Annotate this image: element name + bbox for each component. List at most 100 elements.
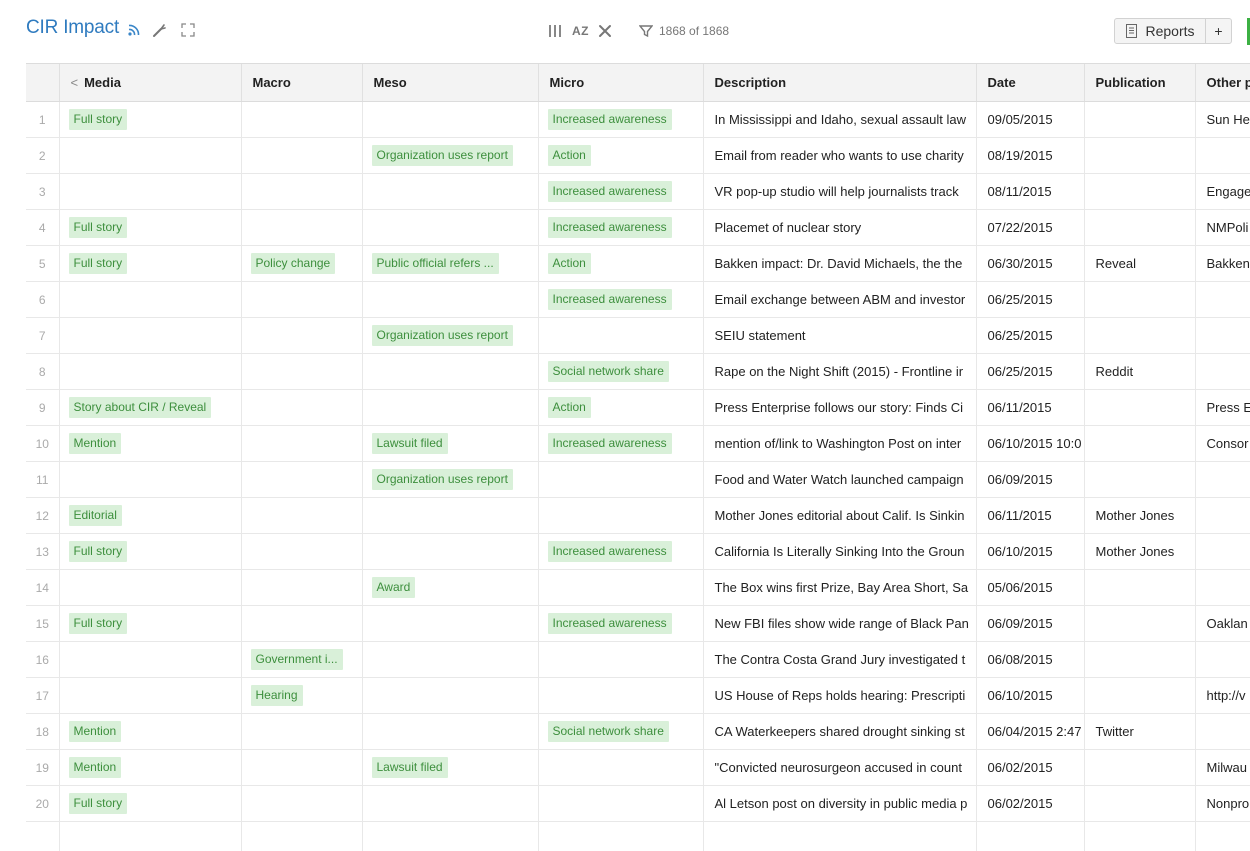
cell-micro[interactable] [538,570,703,606]
column-header-meso[interactable]: Meso [362,64,538,102]
cell-other[interactable]: Press E [1195,390,1250,426]
reports-button[interactable]: Reports [1114,18,1206,44]
table-row[interactable]: 19MentionLawsuit filed"Convicted neurosu… [26,750,1250,786]
cell-macro[interactable] [241,570,362,606]
cell-pub[interactable] [1084,174,1195,210]
cell-date[interactable]: 06/04/2015 2:47 [976,714,1084,750]
cell-date[interactable]: 08/19/2015 [976,138,1084,174]
table-row[interactable]: 15Full storyIncreased awarenessNew FBI f… [26,606,1250,642]
cell-pub[interactable] [1084,390,1195,426]
category-tag[interactable]: Increased awareness [548,613,672,634]
cell-macro[interactable] [241,318,362,354]
cell-pub[interactable]: Twitter [1084,714,1195,750]
cell-other[interactable] [1195,642,1250,678]
cell-macro[interactable] [241,102,362,138]
cell-meso[interactable]: Organization uses report [362,138,538,174]
cell-macro[interactable]: Government i... [241,642,362,678]
table-row[interactable]: 8Social network shareRape on the Night S… [26,354,1250,390]
cell-other[interactable] [1195,138,1250,174]
cell-date[interactable]: 09/05/2015 [976,102,1084,138]
column-header-macro[interactable]: Macro [241,64,362,102]
category-tag[interactable]: Editorial [69,505,122,526]
cell-pub[interactable] [1084,786,1195,822]
cell-other[interactable] [1195,534,1250,570]
cell-media[interactable] [59,174,241,210]
cell-date[interactable]: 06/02/2015 [976,750,1084,786]
cell-desc[interactable]: "Convicted neurosurgeon accused in count [703,750,976,786]
table-row[interactable]: 6Increased awarenessEmail exchange betwe… [26,282,1250,318]
cell-media[interactable] [59,462,241,498]
table-row[interactable] [26,822,1250,851]
cell-meso[interactable] [362,678,538,714]
cell-desc[interactable]: The Box wins first Prize, Bay Area Short… [703,570,976,606]
cell-meso[interactable]: Organization uses report [362,318,538,354]
cell-desc[interactable]: Email from reader who wants to use chari… [703,138,976,174]
table-row[interactable]: 11Organization uses reportFood and Water… [26,462,1250,498]
cell-micro[interactable] [538,786,703,822]
cell-date[interactable]: 06/11/2015 [976,390,1084,426]
cell-date[interactable] [976,822,1084,851]
cell-micro[interactable]: Social network share [538,714,703,750]
cell-other[interactable]: Nonpro [1195,786,1250,822]
cell-date[interactable]: 06/10/2015 10:0 [976,426,1084,462]
cell-media[interactable]: Mention [59,750,241,786]
cell-date[interactable]: 06/09/2015 [976,462,1084,498]
category-tag[interactable]: Lawsuit filed [372,433,448,454]
cell-meso[interactable] [362,282,538,318]
category-tag[interactable]: Organization uses report [372,325,513,346]
cell-macro[interactable]: Hearing [241,678,362,714]
table-row[interactable]: 5Full storyPolicy changePublic official … [26,246,1250,282]
cell-date[interactable]: 06/10/2015 [976,678,1084,714]
category-tag[interactable]: Increased awareness [548,217,672,238]
category-tag[interactable]: Award [372,577,416,598]
cell-other[interactable] [1195,462,1250,498]
table-row[interactable]: 12EditorialMother Jones editorial about … [26,498,1250,534]
cell-media[interactable] [59,642,241,678]
cell-macro[interactable] [241,390,362,426]
cell-micro[interactable] [538,822,703,851]
cell-macro[interactable] [241,498,362,534]
cell-date[interactable]: 06/02/2015 [976,786,1084,822]
category-tag[interactable]: Hearing [251,685,303,706]
cell-media[interactable] [59,822,241,851]
cell-pub[interactable] [1084,282,1195,318]
category-tag[interactable]: Mention [69,721,122,742]
cell-meso[interactable]: Lawsuit filed [362,750,538,786]
cell-pub[interactable]: Reddit [1084,354,1195,390]
cell-media[interactable] [59,678,241,714]
cell-macro[interactable] [241,174,362,210]
cell-desc[interactable]: Al Letson post on diversity in public me… [703,786,976,822]
column-header-publication[interactable]: Publication [1084,64,1195,102]
cell-other[interactable]: Oaklan [1195,606,1250,642]
cell-desc[interactable]: US House of Reps holds hearing: Prescrip… [703,678,976,714]
cell-meso[interactable] [362,822,538,851]
cell-date[interactable]: 06/11/2015 [976,498,1084,534]
add-report-button[interactable]: + [1205,18,1232,44]
cell-micro[interactable]: Action [538,138,703,174]
cell-pub[interactable]: Reveal [1084,246,1195,282]
cell-desc[interactable]: Placemet of nuclear story [703,210,976,246]
category-tag[interactable]: Action [548,397,591,418]
category-tag[interactable]: Full story [69,217,128,238]
filter-icon[interactable] [639,24,653,38]
cell-micro[interactable] [538,750,703,786]
cell-meso[interactable]: Organization uses report [362,462,538,498]
cell-micro[interactable] [538,462,703,498]
cell-desc[interactable]: VR pop-up studio will help journalists t… [703,174,976,210]
cell-media[interactable] [59,282,241,318]
category-tag[interactable]: Organization uses report [372,145,513,166]
cell-date[interactable]: 06/25/2015 [976,318,1084,354]
cell-other[interactable] [1195,354,1250,390]
cell-meso[interactable] [362,102,538,138]
cell-macro[interactable] [241,606,362,642]
cell-pub[interactable] [1084,750,1195,786]
cell-date[interactable]: 06/09/2015 [976,606,1084,642]
category-tag[interactable]: Mention [69,433,122,454]
cell-pub[interactable] [1084,570,1195,606]
table-row[interactable]: 17HearingUS House of Reps holds hearing:… [26,678,1250,714]
category-tag[interactable]: Full story [69,253,128,274]
cell-media[interactable]: Full story [59,210,241,246]
cell-media[interactable]: Mention [59,714,241,750]
wrench-icon[interactable] [151,21,169,39]
sort-az-button[interactable]: AZ [572,24,589,38]
